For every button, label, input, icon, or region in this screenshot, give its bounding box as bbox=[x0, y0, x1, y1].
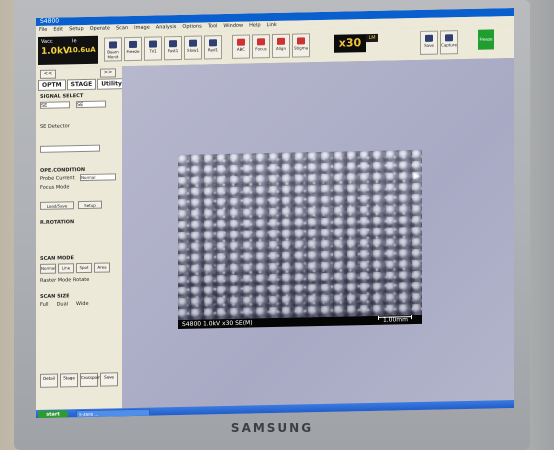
signal-select-field[interactable]: SE bbox=[40, 101, 70, 109]
signal-select-field-2[interactable]: SE bbox=[76, 100, 106, 109]
menu-file[interactable]: File bbox=[39, 26, 47, 35]
capture-icon bbox=[445, 34, 453, 42]
menu-edit[interactable]: Edit bbox=[53, 25, 63, 34]
menu-setup[interactable]: Setup bbox=[69, 25, 84, 34]
scan-normal-button[interactable]: Normal bbox=[40, 263, 56, 274]
detector-field[interactable] bbox=[40, 144, 100, 153]
setup-button[interactable]: Setup bbox=[78, 200, 102, 210]
scale-label: 1.00mm bbox=[382, 316, 408, 324]
probe-current-label: Probe Current bbox=[40, 175, 75, 182]
scan-size-heading: SCAN SIZE bbox=[40, 293, 70, 300]
stigma-button[interactable]: Stigma bbox=[292, 33, 310, 58]
menu-options[interactable]: Options bbox=[182, 23, 201, 32]
menu-tool[interactable]: Tool bbox=[208, 22, 218, 31]
vacc-label: Vacc bbox=[41, 38, 53, 45]
tv1-button[interactable]: TV1 bbox=[144, 36, 162, 61]
scan-size-full[interactable]: Full bbox=[40, 302, 49, 308]
detail-button[interactable]: Detail bbox=[40, 373, 58, 388]
scan-size-dual[interactable]: Dual bbox=[57, 301, 68, 307]
sem-image bbox=[178, 149, 422, 321]
image-caption: S4800 1.0kV x30 SE(M) bbox=[182, 319, 253, 328]
save-icon bbox=[425, 34, 433, 42]
menu-link[interactable]: Link bbox=[267, 21, 277, 30]
menu-operate[interactable]: Operate bbox=[90, 24, 110, 33]
abc-icon bbox=[237, 38, 245, 46]
menu-help[interactable]: Help bbox=[249, 21, 260, 30]
menu-scan[interactable]: Scan bbox=[116, 24, 128, 33]
scan-size-wide[interactable]: Wide bbox=[76, 301, 88, 307]
align-icon bbox=[277, 37, 285, 45]
sidebar-tabs: OPTM STAGE Utility bbox=[38, 78, 126, 91]
abc-button[interactable]: ABC bbox=[232, 34, 250, 59]
menu-analysis[interactable]: Analysis bbox=[156, 23, 177, 32]
fast1-button[interactable]: Fast1 bbox=[164, 35, 182, 61]
sidebar-bottom-buttons: Detail Stage Crosspoint Save bbox=[36, 368, 122, 410]
focus-icon bbox=[257, 38, 265, 46]
lm-mode-badge: LM bbox=[366, 33, 378, 43]
sem-image-shading bbox=[178, 149, 422, 321]
start-button[interactable]: start bbox=[38, 410, 68, 418]
raster-rotate-checkbox[interactable]: Raster Mode Rotate bbox=[40, 277, 89, 284]
freeze-icon bbox=[129, 40, 137, 49]
ie-label: Ie bbox=[72, 38, 77, 45]
vacc-value: 1.0kV bbox=[41, 46, 70, 57]
freeze-status-button[interactable]: Freeze bbox=[478, 29, 494, 50]
load-save-button[interactable]: Load/Save bbox=[40, 201, 74, 210]
red1-button[interactable]: Red1 bbox=[204, 35, 222, 60]
align-button[interactable]: Align bbox=[272, 33, 290, 59]
focus-mode-label: Focus Mode bbox=[40, 184, 70, 191]
slow-icon bbox=[189, 39, 197, 47]
control-sidebar: << >> OPTM STAGE Utility SIGNAL SELECT S… bbox=[36, 66, 126, 410]
scan-spot-button[interactable]: Spot bbox=[76, 262, 92, 274]
tab-stage[interactable]: STAGE bbox=[66, 78, 97, 91]
stigma-icon bbox=[297, 37, 305, 45]
beam-monitor-button[interactable]: Beam Monit bbox=[104, 37, 122, 62]
ope-condition-heading: OPE.CONDITION bbox=[40, 166, 86, 174]
signal-select-heading: SIGNAL SELECT bbox=[40, 93, 84, 100]
slow1-button[interactable]: Slow1 bbox=[184, 35, 202, 60]
reduce-icon bbox=[209, 39, 217, 47]
ie-value: 10.6uA bbox=[68, 45, 96, 55]
nav-prev-button[interactable]: << bbox=[40, 69, 56, 79]
tv-icon bbox=[149, 40, 157, 48]
capture-button[interactable]: Capture bbox=[440, 30, 458, 55]
magnification-display[interactable]: x30 bbox=[334, 34, 366, 53]
freeze-button[interactable]: Freeze bbox=[124, 36, 142, 62]
beam-icon bbox=[109, 41, 117, 49]
stage-button[interactable]: Stage bbox=[60, 373, 78, 388]
tab-optm[interactable]: OPTM bbox=[38, 79, 66, 91]
menu-window[interactable]: Window bbox=[223, 22, 243, 31]
nav-next-button[interactable]: >> bbox=[100, 68, 116, 78]
scan-size-options: Full Dual Wide bbox=[40, 301, 89, 308]
menu-image[interactable]: Image bbox=[134, 24, 150, 33]
save-button[interactable]: Save bbox=[420, 30, 438, 55]
vacc-display: Vacc 1.0kV Ie 10.6uA bbox=[38, 35, 98, 65]
crosspoint-button[interactable]: Crosspoint bbox=[80, 372, 102, 388]
save-image-button[interactable]: Save bbox=[100, 372, 118, 387]
monitor-screen: S4800 File Edit Setup Operate Scan Image… bbox=[36, 7, 514, 418]
scan-mode-heading: SCAN MODE bbox=[40, 255, 74, 262]
image-viewer[interactable]: S4800 1.0kV x30 SE(M) 1.00mm bbox=[122, 57, 514, 411]
scan-line-button[interactable]: Line bbox=[58, 263, 74, 274]
r-rotation-heading: R.ROTATION bbox=[40, 219, 75, 226]
focus-button[interactable]: Focus bbox=[252, 34, 270, 59]
scan-area-button[interactable]: Area bbox=[94, 262, 110, 273]
se-detector-label: SE Detector bbox=[40, 123, 70, 130]
monitor-brand: SAMSUNG bbox=[230, 421, 314, 435]
sidebar-nav: << >> bbox=[40, 68, 116, 79]
probe-current-select[interactable]: Normal bbox=[80, 173, 116, 182]
fast-icon bbox=[169, 40, 177, 48]
